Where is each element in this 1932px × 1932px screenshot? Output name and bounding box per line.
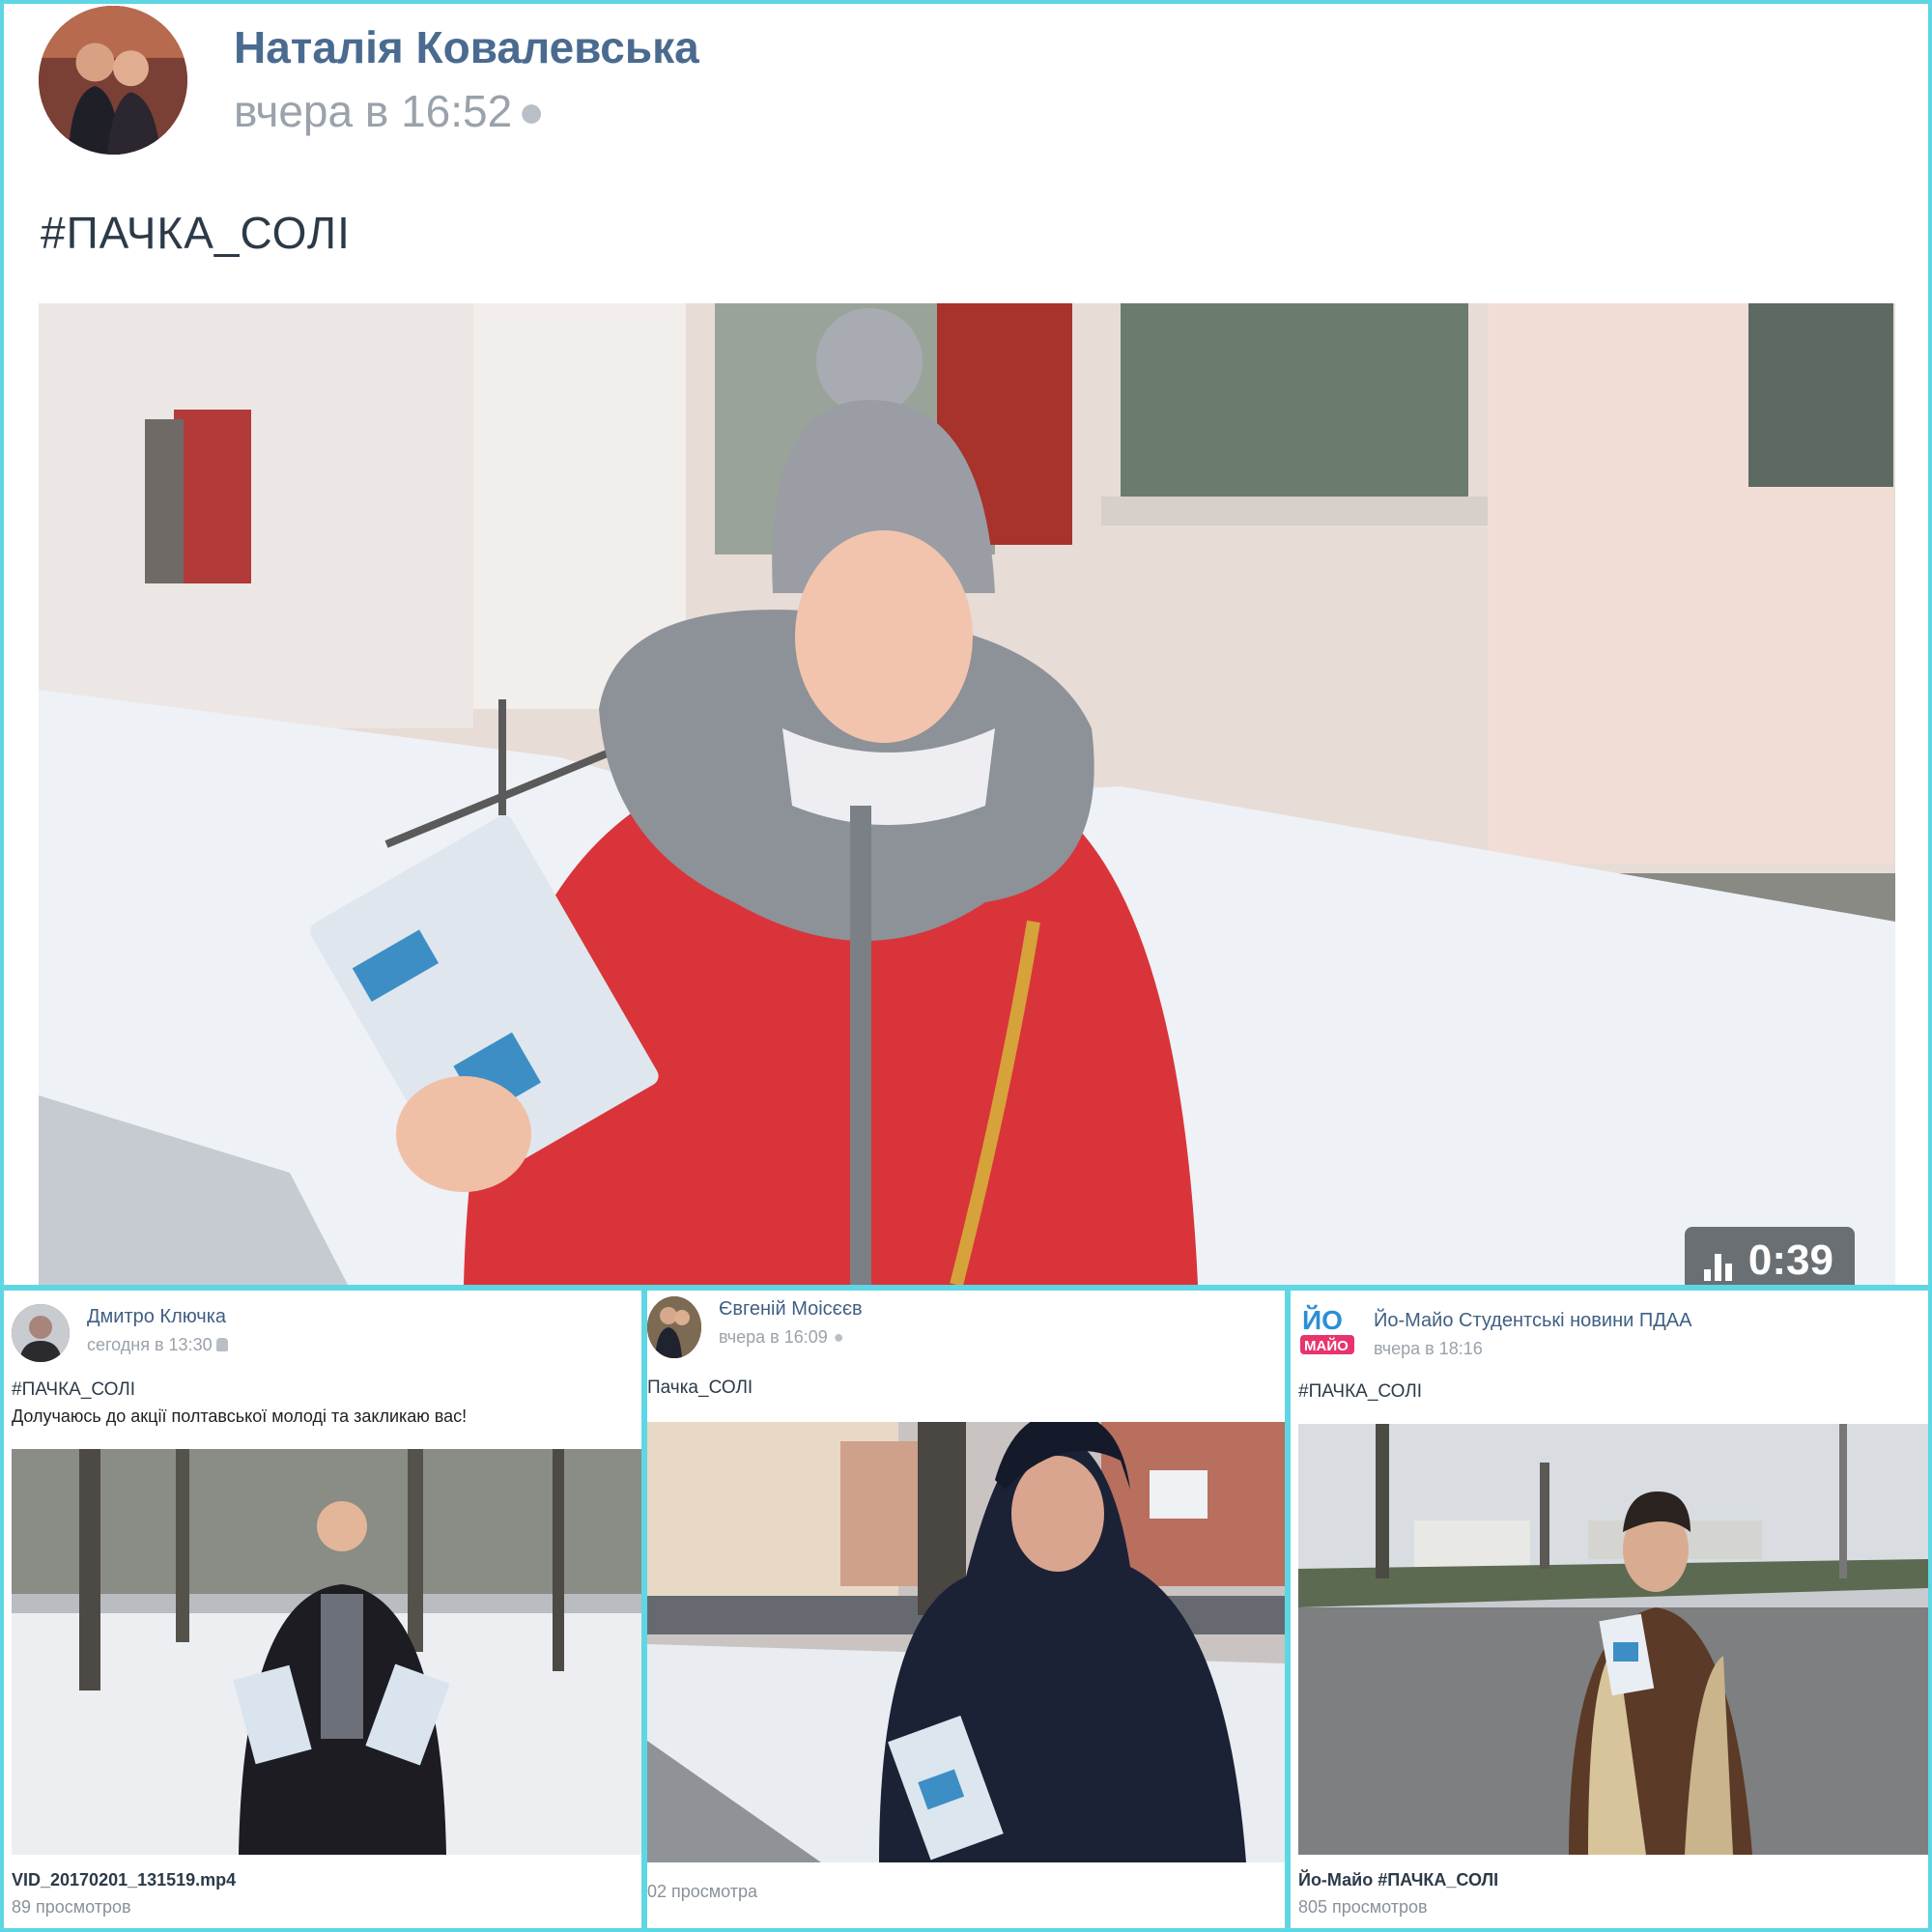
post-text: Долучаюсь до акції полтавської молоді та… bbox=[12, 1406, 468, 1426]
post-time-text: вчера в 16:09 bbox=[719, 1327, 828, 1347]
svg-text:МАЙО: МАЙО bbox=[1304, 1337, 1349, 1354]
post-hashtag[interactable]: Пачка_СОЛІ bbox=[647, 1378, 753, 1399]
post-card: ЙО МАЙО Йо-Майо Студентські новини ПДАА … bbox=[1291, 1291, 1928, 1928]
author-name[interactable]: Євгеній Моісєєв bbox=[719, 1298, 863, 1321]
avatar-photo bbox=[647, 1296, 701, 1358]
author-name[interactable]: Дмитро Ключка bbox=[87, 1306, 226, 1328]
avatar-photo bbox=[12, 1304, 70, 1362]
post-card: Дмитро Ключка сегодня в 13:30 #ПАЧКА_СОЛ… bbox=[4, 1291, 641, 1928]
post-hashtag[interactable]: #ПАЧКА_СОЛІ bbox=[41, 207, 351, 259]
author-avatar[interactable] bbox=[12, 1304, 70, 1362]
post-hashtag[interactable]: #ПАЧКА_СОЛІ bbox=[12, 1379, 135, 1401]
video-thumbnail bbox=[1298, 1424, 1928, 1855]
post-time[interactable]: вчера в 16:09 ● bbox=[719, 1327, 844, 1348]
author-avatar[interactable] bbox=[647, 1296, 701, 1358]
video-player[interactable] bbox=[647, 1422, 1285, 1862]
author-name[interactable]: Йо-Майо Студентські новини ПДАА bbox=[1374, 1310, 1691, 1332]
apple-icon: ● bbox=[518, 86, 545, 136]
video-player[interactable] bbox=[1298, 1424, 1928, 1855]
post-time[interactable]: вчера в 18:16 bbox=[1374, 1339, 1483, 1359]
video-thumbnail bbox=[39, 303, 1895, 1285]
video-title[interactable]: Йо-Майо #ПАЧКА_СОЛІ bbox=[1298, 1870, 1498, 1890]
video-thumbnail bbox=[647, 1422, 1285, 1862]
yo-mayo-logo[interactable]: ЙО МАЙО bbox=[1298, 1300, 1358, 1360]
post-time-text: вчера в 16:52 bbox=[234, 86, 513, 136]
post-card: Євгеній Моісєєв вчера в 16:09 ● Пачка_СОЛ… bbox=[647, 1291, 1285, 1928]
android-icon bbox=[215, 1338, 228, 1351]
video-duration: 0:39 bbox=[1684, 1227, 1855, 1285]
video-views: 805 просмотров bbox=[1298, 1897, 1428, 1917]
video-thumbnail bbox=[12, 1449, 641, 1855]
video-duration-text: 0:39 bbox=[1747, 1236, 1833, 1284]
views-bars-icon bbox=[1703, 1250, 1737, 1281]
post-time[interactable]: сегодня в 13:30 bbox=[87, 1335, 228, 1355]
post-time-text: сегодня в 13:30 bbox=[87, 1335, 213, 1354]
yo-mayo-logo-graphic: ЙО МАЙО bbox=[1300, 1304, 1354, 1354]
svg-text:ЙО: ЙО bbox=[1302, 1304, 1343, 1335]
author-name[interactable]: Наталія Ковалевська bbox=[234, 21, 699, 73]
post-hashtag[interactable]: #ПАЧКА_СОЛІ bbox=[1298, 1381, 1422, 1403]
author-avatar[interactable] bbox=[39, 6, 187, 155]
video-views: 89 просмотров bbox=[12, 1897, 131, 1917]
main-post-card: Наталія Ковалевська вчера в 16:52 ● #ПАЧК… bbox=[4, 4, 1928, 1285]
video-player[interactable]: 0:39 bbox=[39, 303, 1895, 1285]
avatar-photo bbox=[39, 6, 187, 155]
video-title[interactable]: VID_20170201_131519.mp4 bbox=[12, 1870, 236, 1890]
video-player[interactable] bbox=[12, 1449, 641, 1855]
apple-icon: ● bbox=[833, 1327, 844, 1347]
video-views: 02 просмотра bbox=[647, 1882, 758, 1901]
post-time[interactable]: вчера в 16:52 ● bbox=[234, 85, 545, 137]
